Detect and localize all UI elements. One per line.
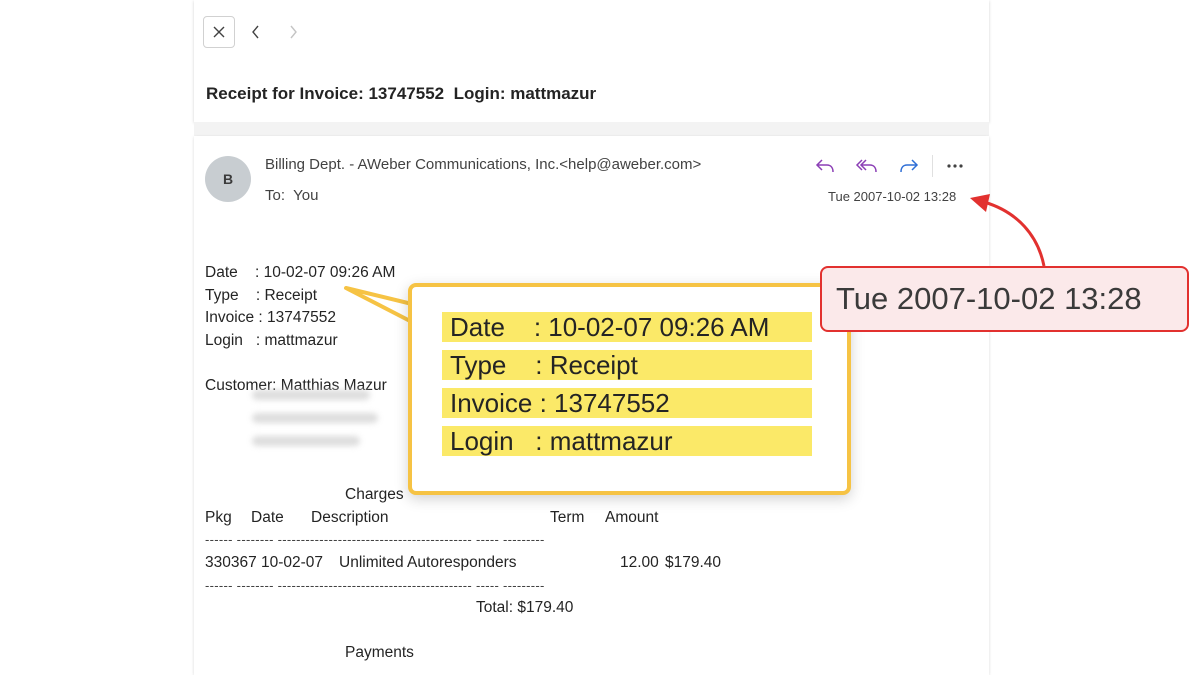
close-icon [213,26,225,38]
separator-line: ------ -------- ------------------------… [205,578,545,593]
header-date: Date [251,509,284,526]
timestamp-zoom-badge: Tue 2007-10-02 13:28 [820,266,1189,332]
forward-icon [900,159,919,173]
more-actions-button[interactable] [943,154,967,178]
reply-all-icon [855,159,877,173]
row-amount: $179.40 [665,554,722,571]
header-term: Term [550,509,585,526]
body-date-line: Date : 10-02-07 09:26 AM [205,264,396,281]
row-term: 12.00 [620,554,659,571]
callout-lines: Date : 10-02-07 09:26 AM Type : Receipt … [442,312,812,464]
email-screen: Receipt for Invoice: 13747552 Login: mat… [0,0,1200,675]
table-row: 330367 10-02-07 Unlimited Autoresponders… [205,554,765,576]
red-arrow-icon [970,194,1046,267]
reply-button[interactable] [812,154,838,178]
message-subject: Receipt for Invoice: 13747552 Login: mat… [206,84,597,103]
previous-message-button[interactable] [240,16,272,48]
actions-divider [932,155,933,177]
avatar[interactable]: B [205,156,251,202]
highlight-callout: Date : 10-02-07 09:26 AM Type : Receipt … [408,283,851,495]
message-actions [812,154,967,178]
chevron-left-icon [252,25,259,39]
callout-type-line: Type : Receipt [442,350,812,380]
to-label: To: [265,187,286,204]
reply-icon [815,159,834,173]
separator-line: ------ -------- ------------------------… [205,532,545,547]
row-description: Unlimited Autoresponders [339,554,517,571]
charges-title: Charges [345,486,404,503]
to-value[interactable]: You [293,187,318,204]
sender-name[interactable]: Billing Dept. - AWeber Communications, I… [265,156,701,173]
callout-login-line: Login : mattmazur [442,426,812,456]
charges-header-row: Pkg Date Description Term Amount [205,509,705,531]
redacted-address [252,390,382,462]
payments-title: Payments [345,644,414,661]
body-type-line: Type : Receipt [205,286,317,304]
callout-date-line: Date : 10-02-07 09:26 AM [442,312,812,342]
close-button[interactable] [203,16,235,48]
charges-total: Total: $179.40 [476,599,574,616]
message-header-bar: Receipt for Invoice: 13747552 Login: mat… [194,0,989,122]
header-pkg: Pkg [205,509,232,526]
body-invoice-line: Invoice : 13747552 [205,309,336,327]
recipient-line: To: You [265,187,318,204]
reply-all-button[interactable] [854,154,880,178]
header-amount: Amount [605,509,659,526]
callout-invoice-line: Invoice : 13747552 [442,388,812,418]
forward-button[interactable] [896,154,922,178]
row-date: 10-02-07 [261,554,324,571]
message-body: Date : 10-02-07 09:26 AM Type : Receipt … [205,262,395,398]
body-login-line: Login : mattmazur [205,331,338,349]
row-pkg: 330367 [205,554,257,571]
next-message-button[interactable] [277,16,309,48]
header-description: Description [311,509,389,526]
card-gap [194,122,989,136]
chevron-right-icon [290,25,297,39]
callout-pointer [344,286,414,324]
more-icon [947,164,963,168]
message-timestamp: Tue 2007-10-02 13:28 [828,189,957,204]
